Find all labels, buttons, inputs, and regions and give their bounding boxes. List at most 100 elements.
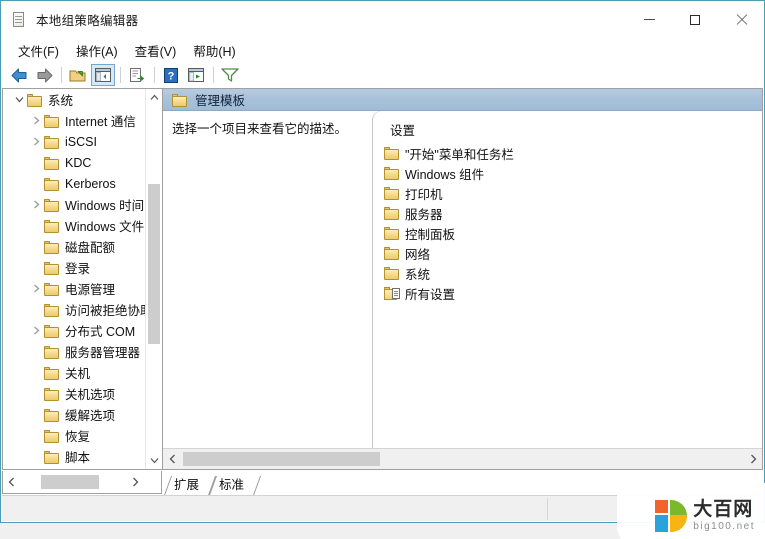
setting-item-system[interactable]: 系统	[373, 263, 762, 283]
scroll-up-icon[interactable]	[146, 89, 162, 106]
tab-extended[interactable]: 扩展	[163, 476, 208, 494]
folder-icon	[44, 240, 60, 254]
chevron-right-icon[interactable]	[28, 113, 44, 129]
chevron-down-icon[interactable]	[11, 92, 27, 108]
tree-item-label: 分布式 COM	[65, 325, 136, 339]
tree-item-shutdown[interactable]: 关机	[3, 362, 145, 383]
folder-icon	[44, 114, 60, 128]
window-title: 本地组策略编辑器	[36, 14, 139, 28]
setting-item-windows-components[interactable]: Windows 组件	[373, 163, 762, 183]
tree-item-logon[interactable]: 登录	[3, 257, 145, 278]
scroll-left-icon[interactable]	[3, 471, 20, 492]
details-pane-body: 选择一个项目来查看它的描述。 设置 "开始"菜单和任务栏 Windows 组件	[163, 111, 762, 448]
setting-item-label: 所有设置	[405, 287, 456, 302]
folder-icon	[44, 282, 60, 296]
setting-item-all-settings[interactable]: 所有设置	[373, 283, 762, 303]
forward-button[interactable]	[32, 64, 56, 86]
setting-item-start-menu-taskbar[interactable]: "开始"菜单和任务栏	[373, 143, 762, 163]
view-tabs: 扩展 标准	[163, 470, 253, 494]
setting-item-control-panel[interactable]: 控制面板	[373, 223, 762, 243]
setting-item-printers[interactable]: 打印机	[373, 183, 762, 203]
tree-item-kdc[interactable]: KDC	[3, 152, 145, 173]
menu-view[interactable]: 查看(V)	[127, 38, 186, 63]
properties-button[interactable]	[184, 64, 208, 86]
chevron-right-icon[interactable]	[28, 134, 44, 150]
tree-item-disk-quota[interactable]: 磁盘配额	[3, 236, 145, 257]
show-hide-console-tree-button[interactable]	[91, 64, 115, 86]
details-horizontal-scrollbar[interactable]	[163, 448, 762, 469]
toolbar-separator	[213, 67, 214, 83]
scroll-right-icon[interactable]	[127, 471, 144, 492]
chevron-right-icon[interactable]	[28, 281, 44, 297]
forward-icon	[37, 68, 52, 82]
maximize-button[interactable]	[672, 1, 718, 38]
status-separator	[547, 498, 548, 520]
setting-item-network[interactable]: 网络	[373, 243, 762, 263]
folder-icon	[44, 450, 60, 464]
tree-item-label: iSCSI	[65, 134, 97, 149]
console-tree[interactable]: 系统 Internet 通信 iSCSI KDC Kerberos Window…	[3, 89, 145, 469]
help-icon: ?	[164, 67, 178, 83]
filter-button[interactable]	[218, 64, 242, 86]
scroll-down-icon[interactable]	[146, 452, 162, 469]
tree-vertical-scrollbar[interactable]	[145, 89, 162, 469]
tree-item-access-denied-assistance[interactable]: 访问被拒绝协助	[3, 299, 145, 320]
help-button[interactable]: ?	[159, 64, 183, 86]
tree-item-removable-storage-access[interactable]: 可移动存储访问	[3, 467, 145, 469]
tree-item-label: 缓解选项	[65, 409, 116, 423]
scroll-right-icon[interactable]	[744, 449, 762, 468]
folder-icon	[384, 246, 400, 260]
minimize-icon	[643, 19, 655, 20]
chevron-right-icon[interactable]	[28, 197, 44, 213]
console-tree-pane: 系统 Internet 通信 iSCSI KDC Kerberos Window…	[2, 88, 162, 470]
setting-item-label: 网络	[405, 247, 431, 262]
menu-file[interactable]: 文件(F)	[10, 38, 68, 63]
tree-item-kerberos[interactable]: Kerberos	[3, 173, 145, 194]
tree-item-internet-communication[interactable]: Internet 通信	[3, 110, 145, 131]
tree-item-power-management[interactable]: 电源管理	[3, 278, 145, 299]
tree-item-label: 访问被拒绝协助	[65, 304, 145, 318]
tree-item-label: 系统	[48, 94, 74, 108]
menu-help[interactable]: 帮助(H)	[185, 38, 244, 63]
tree-item-scripts[interactable]: 脚本	[3, 446, 145, 467]
tree-item-recovery[interactable]: 恢复	[3, 425, 145, 446]
export-list-button[interactable]	[125, 64, 149, 86]
tree-item-server-manager[interactable]: 服务器管理器	[3, 341, 145, 362]
scroll-left-icon[interactable]	[163, 449, 181, 468]
tree-item-windows-time[interactable]: Windows 时间	[3, 194, 145, 215]
tree-scroll-thumb[interactable]	[148, 184, 160, 344]
toolbar: ?	[1, 62, 764, 88]
tree-item-distributed-com[interactable]: 分布式 COM	[3, 320, 145, 341]
tree-item-system-root[interactable]: 系统	[3, 89, 145, 110]
back-button[interactable]	[7, 64, 31, 86]
tab-standard[interactable]: 标准	[208, 476, 253, 494]
tree-horizontal-scrollbar[interactable]	[2, 471, 162, 494]
show-hide-tree-icon	[95, 68, 111, 82]
settings-column: 设置 "开始"菜单和任务栏 Windows 组件 打印机 服务器 控制面板 网络…	[372, 111, 762, 448]
window-controls	[626, 1, 764, 38]
minimize-button[interactable]	[626, 1, 672, 38]
chevron-right-icon[interactable]	[28, 323, 44, 339]
tree-item-mitigation-options[interactable]: 缓解选项	[3, 404, 145, 425]
up-one-level-button[interactable]	[66, 64, 90, 86]
details-pane-header: 管理模板	[163, 89, 762, 111]
tree-hscroll-thumb[interactable]	[41, 475, 99, 489]
tree-item-label: KDC	[65, 155, 92, 170]
details-hscroll-thumb[interactable]	[183, 452, 380, 466]
tree-item-windows-file[interactable]: Windows 文件	[3, 215, 145, 236]
tree-item-label: 登录	[65, 262, 91, 276]
folder-icon	[44, 387, 60, 401]
setting-item-server[interactable]: 服务器	[373, 203, 762, 223]
tree-item-shutdown-options[interactable]: 关机选项	[3, 383, 145, 404]
close-icon	[735, 14, 747, 26]
menu-action[interactable]: 操作(A)	[68, 38, 127, 63]
tree-item-label: 电源管理	[65, 283, 116, 297]
folder-icon	[384, 166, 400, 180]
tree-item-iscsi[interactable]: iSCSI	[3, 131, 145, 152]
close-button[interactable]	[718, 1, 764, 38]
folder-icon	[44, 198, 60, 212]
